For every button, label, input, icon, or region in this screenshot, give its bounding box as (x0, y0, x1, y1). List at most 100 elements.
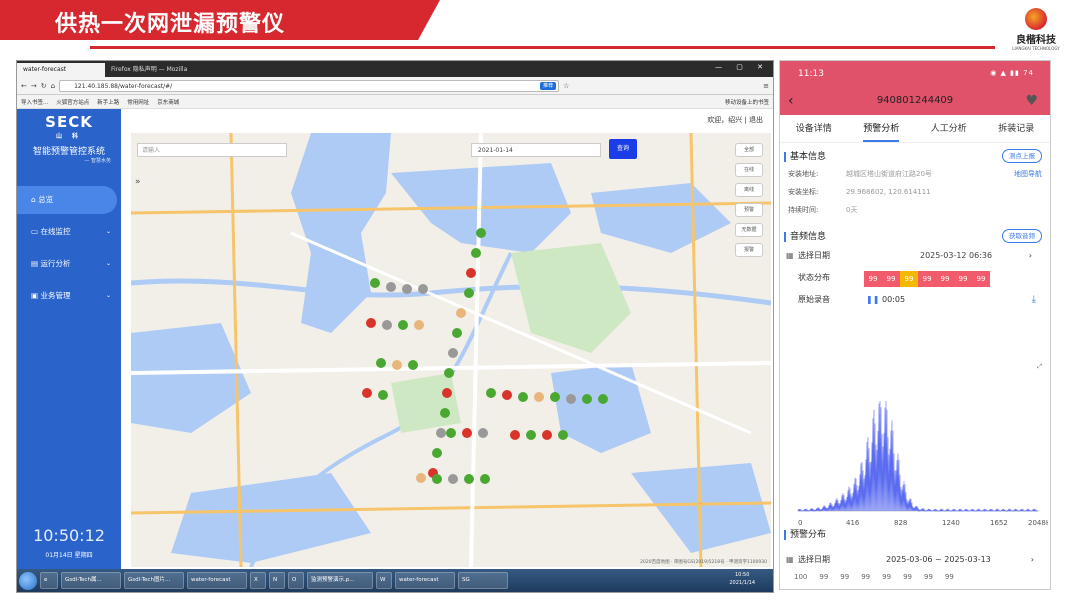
url-input[interactable]: 121.40.185.88/water-forecast/#/ 推荐 (59, 79, 560, 92)
field-label: 安装坐标: (788, 188, 819, 196)
word-icon[interactable]: W (376, 572, 392, 589)
water-body (591, 183, 731, 253)
onenote-icon[interactable]: N (269, 572, 285, 589)
reload-icon[interactable]: ↻ (41, 82, 47, 90)
install-coord-row: 安装坐标: 29.968602, 120.614111 (780, 183, 1050, 201)
nav-label: 总览 (38, 195, 54, 204)
audio-date-select[interactable]: ▦ 选择日期 2025-03-12 06:36 › (780, 245, 1050, 267)
download-icon[interactable]: ⤓ (1032, 289, 1036, 311)
map-filter-offline[interactable]: 离线 (735, 183, 763, 197)
map-filter-nodata[interactable]: 无数据 (735, 223, 763, 237)
browser-tabbar: water-forecast Firefox 隐私声明 — Mozilla — … (17, 61, 773, 77)
bookmark-item[interactable]: 京东商城 (157, 98, 179, 106)
nav-item-overview[interactable]: ⌂ 总览 (17, 186, 117, 214)
phone-screenshot: 11:13 ◉ ▲ ▮▮ 74 ‹ 940801244409 ♥ 设备详情 预警… (779, 60, 1051, 590)
taskbar-date: 2021/1/14 (729, 580, 755, 586)
forward-icon[interactable]: → (31, 82, 37, 90)
report-button[interactable]: 测点上报 (1002, 149, 1042, 163)
nav-label: 在线监控 (40, 227, 71, 236)
outlook-icon[interactable]: O (288, 572, 304, 589)
chevron-right-icon: › (1028, 251, 1032, 260)
chevron-down-icon: ⌄ (105, 228, 111, 235)
field-label: 原始录音 (798, 295, 830, 304)
map-filter-online[interactable]: 在线 (735, 163, 763, 177)
recommend-badge[interactable]: 推荐 (540, 81, 557, 90)
main-content: 欢迎，绍兴 | 退出 请输入 2021-01-14 查询 全部 在线 离线 预警… (121, 109, 773, 571)
section-audio-info: 音频信息 获取音频 (780, 229, 1050, 245)
map-canvas (131, 133, 771, 567)
map-search-input[interactable]: 请输入 (137, 143, 287, 157)
tab-warning-analysis[interactable]: 预警分析 (863, 115, 900, 142)
title-underline (90, 46, 995, 49)
map-query-button[interactable]: 查询 (609, 139, 637, 159)
home-icon[interactable]: ⌂ (51, 82, 55, 90)
taskbar-clock[interactable]: 10:50 2021/1/14 (729, 571, 755, 587)
nav-item-analysis[interactable]: ▤ 运行分析 ⌄ (17, 250, 121, 278)
taskbar-time: 10:50 (734, 572, 750, 578)
fullscreen-icon[interactable]: ⤢ (1037, 363, 1042, 371)
map-filter-alarm[interactable]: 报警 (735, 243, 763, 257)
battery-level: 74 (1023, 69, 1034, 77)
spectrum-tick-label: 416 (846, 519, 860, 527)
browser-tab[interactable]: Firefox 隐私声明 — Mozilla (105, 63, 193, 77)
map-filter-all[interactable]: 全部 (735, 143, 763, 157)
menu-icon[interactable]: ≡ (763, 82, 769, 90)
back-arrow-icon[interactable]: ‹ (788, 91, 794, 111)
field-label: 选择日期 (798, 251, 830, 260)
map-navigation-link[interactable]: 地图导航 (1014, 165, 1042, 183)
tab-install-records[interactable]: 拆装记录 (998, 115, 1034, 142)
bookmark-item[interactable]: 常用网址 (127, 98, 149, 106)
bookmark-item[interactable]: 导入书签... (21, 98, 48, 106)
spectrum-tick-label: 1240 (942, 519, 960, 527)
sidebar-date: 01月14日 星期四 (45, 552, 93, 559)
date-range-value: 2025-03-06 ~ 2025-03-13 (886, 555, 991, 564)
taskbar-item[interactable]: SG (458, 572, 508, 589)
window-controls[interactable]: — ▢ ✕ (715, 63, 769, 71)
url-text: 121.40.185.88/water-forecast/#/ (74, 82, 173, 90)
chevron-down-icon: ⌄ (105, 292, 111, 299)
nav-item-monitor[interactable]: ▭ 在线监控 ⌄ (17, 218, 121, 246)
bookmark-item[interactable]: 火狐官方站点 (56, 98, 89, 106)
start-button-icon[interactable] (19, 571, 37, 590)
expand-arrow-icon[interactable]: » (135, 177, 141, 187)
warning-date-select[interactable]: ▦ 选择日期 2025-03-06 ~ 2025-03-13 › (780, 549, 1050, 571)
browser-tab-active[interactable]: water-forecast (17, 63, 105, 77)
browser-urlbar: ← → ↻ ⌂ 121.40.185.88/water-forecast/#/ … (17, 77, 773, 95)
tab-manual-analysis[interactable]: 人工分析 (931, 115, 967, 142)
status-cell: 99 (972, 271, 990, 287)
section-title: 预警分布 (790, 530, 827, 540)
nav-item-business[interactable]: ▣ 业务管理 ⌄ (17, 282, 121, 310)
taskbar-item[interactable]: water-forecast (187, 572, 247, 589)
device-id: 940801244409 (876, 95, 954, 106)
app-logo-text: SECK (45, 113, 93, 131)
desktop-screenshot: water-forecast Firefox 隐私声明 — Mozilla — … (16, 60, 774, 593)
taskbar-item[interactable]: Gsdl-Tech属... (61, 572, 121, 589)
slide: 供热一次网泄漏预警仪 良楷科技 LIANGKAI TECHNOLOGY wate… (0, 0, 1080, 607)
taskbar-item[interactable]: water-forecast (395, 572, 455, 589)
mobile-bookmarks[interactable]: 移动设备上的书签 (725, 98, 769, 106)
heart-icon[interactable]: ♥ (1025, 91, 1038, 111)
bookmark-item[interactable]: 新手上路 (97, 98, 119, 106)
ie-icon[interactable]: e (40, 572, 58, 589)
excel-icon[interactable]: X (250, 572, 266, 589)
city-map[interactable]: 请输入 2021-01-14 查询 全部 在线 离线 预警 无数据 报警 » 2… (131, 133, 771, 567)
warning-values-row: 100 99 99 99 99 99 99 99 (794, 573, 954, 581)
star-icon[interactable]: ☆ (563, 82, 569, 90)
install-address-row: 安装地址: 越城区塔山街道府江路20号 地图导航 (780, 165, 1050, 183)
pause-icon[interactable]: ❚❚ (866, 289, 879, 311)
map-date-input[interactable]: 2021-01-14 (471, 143, 601, 157)
app-sidebar: SECK 山 科 智能预警管控系统 — 智慧水务 ⌂ 总览 ▭ 在线监控 ⌄ ▤ … (17, 109, 121, 571)
field-label: 持续时间: (788, 206, 819, 214)
user-welcome[interactable]: 欢迎，绍兴 | 退出 (121, 109, 773, 131)
get-audio-button[interactable]: 获取音频 (1002, 229, 1042, 243)
map-filter-warning[interactable]: 预警 (735, 203, 763, 217)
tab-device-details[interactable]: 设备详情 (796, 115, 832, 142)
section-basic-info: 基本信息 测点上报 (780, 149, 1050, 165)
web-app: SECK 山 科 智能预警管控系统 — 智慧水务 ⌂ 总览 ▭ 在线监控 ⌄ ▤ … (17, 109, 773, 571)
status-cell: 99 (864, 271, 882, 287)
warning-value: 99 (923, 573, 933, 581)
taskbar-item[interactable]: Gsdl-Tech图片... (124, 572, 184, 589)
park-area (391, 373, 461, 433)
back-icon[interactable]: ← (21, 82, 27, 90)
taskbar-item[interactable]: 监测预警演示.p... (307, 572, 373, 589)
